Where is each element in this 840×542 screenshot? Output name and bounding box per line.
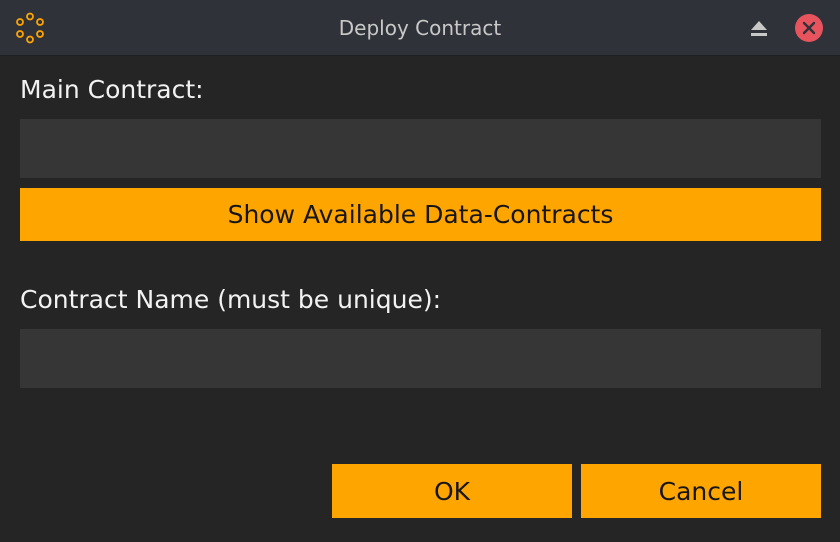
cancel-button[interactable]: Cancel: [581, 464, 821, 518]
eject-icon: [751, 21, 767, 36]
collapse-window-button[interactable]: [746, 16, 772, 42]
ok-button[interactable]: OK: [332, 464, 572, 518]
show-available-data-contracts-button[interactable]: Show Available Data-Contracts: [20, 188, 821, 241]
window-title: Deploy Contract: [338, 16, 502, 40]
contract-name-label: Contract Name (must be unique):: [20, 285, 442, 314]
main-contract-label: Main Contract:: [20, 75, 204, 104]
title-bar[interactable]: Deploy Contract: [0, 0, 840, 56]
contract-name-input[interactable]: [20, 329, 821, 388]
close-icon: [802, 21, 816, 35]
main-contract-input[interactable]: [20, 119, 821, 178]
deploy-contract-dialog: Deploy Contract Main Contract: Show Avai…: [0, 0, 840, 542]
close-window-button[interactable]: [795, 14, 823, 42]
